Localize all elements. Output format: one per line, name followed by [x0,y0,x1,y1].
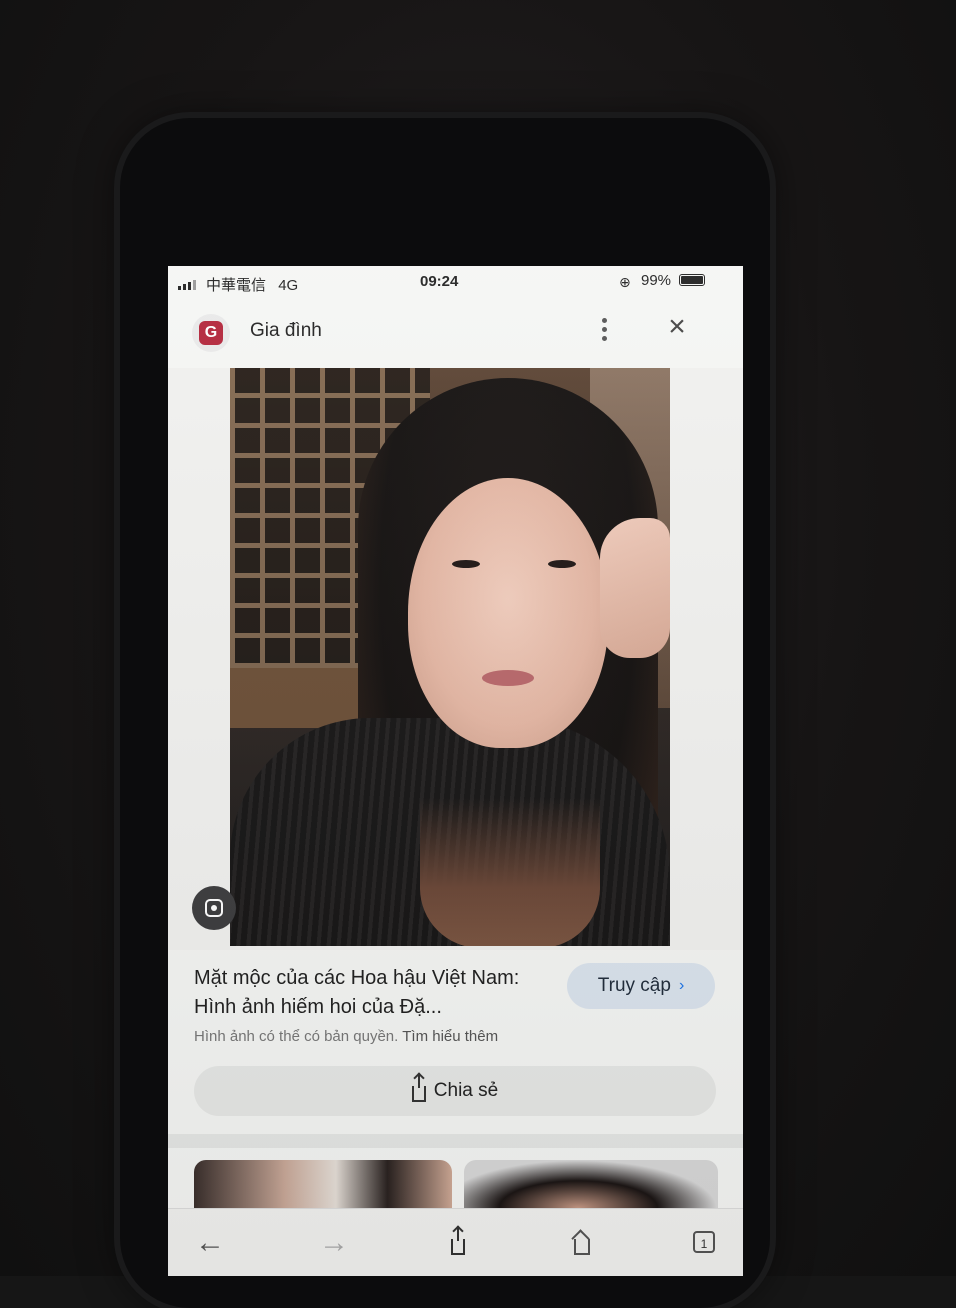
battery-level [681,276,703,284]
result-title[interactable]: Mặt mộc của các Hoa hậu Việt Nam: Hình ả… [194,964,544,1022]
network-type: 4G [278,277,299,294]
result-photo[interactable] [230,368,670,946]
carrier-name: 中華電信 [206,277,267,294]
home-icon[interactable] [564,1225,600,1261]
visit-button[interactable]: Truy cập › [567,963,715,1009]
share-icon [411,1074,426,1102]
carrier-label: 中華電信 4G [206,274,298,295]
learn-more-link[interactable]: Tìm hiểu thêm [402,1028,498,1045]
photo-face [408,478,608,748]
copyright-text: Hình ảnh có thể có bản quyền. [194,1028,399,1045]
chevron-right-icon: › [678,977,685,994]
lens-icon[interactable] [192,886,236,930]
photo-eye-right [548,560,576,568]
share-label: Chia sẻ [433,1080,499,1101]
section-divider [168,1134,743,1148]
battery-percent: 99% [641,272,672,289]
share-button[interactable]: Chia sẻ [194,1066,716,1116]
photo-lips [482,670,534,686]
copyright-notice: Hình ảnh có thể có bản quyền. Tìm hiểu t… [194,1028,498,1045]
tab-count: 1 [693,1231,715,1253]
signal-icon [178,280,196,290]
site-name[interactable]: Gia đình [250,320,322,342]
phone-screen: 中華電信 4G 09:24 ⊕ 99% G Gia đình × Mặt mộc… [168,266,743,1276]
more-vertical-icon[interactable] [594,318,614,348]
browser-toolbar: ← → 1 [168,1208,743,1276]
site-logo[interactable]: G [192,314,230,352]
close-icon[interactable]: × [662,312,692,342]
photo-hair-ends [420,798,600,946]
clock: 09:24 [420,273,459,290]
status-bar: 中華電信 4G 09:24 ⊕ 99% [168,266,743,298]
tabs-icon[interactable]: 1 [686,1225,722,1261]
photo-hand [600,518,670,658]
forward-arrow-icon[interactable]: → [316,1225,352,1261]
photo-eye-left [452,560,480,568]
toolbar-share-icon[interactable] [440,1225,476,1261]
viewer-header: G Gia đình × [168,300,743,368]
back-arrow-icon[interactable]: ← [192,1225,228,1261]
image-pane [168,368,743,950]
site-logo-letter: G [199,321,223,345]
battery-icon [679,274,705,286]
visit-label: Truy cập [597,975,671,996]
orientation-lock-icon: ⊕ [619,274,631,290]
